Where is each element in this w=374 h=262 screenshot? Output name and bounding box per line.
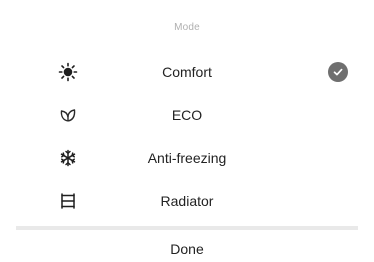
selected-check-icon — [328, 62, 348, 82]
mode-option-radiator[interactable]: Radiator — [16, 183, 358, 219]
mode-option-eco[interactable]: ECO — [16, 97, 358, 133]
mode-option-anti-freezing[interactable]: Anti-freezing — [16, 140, 358, 176]
done-button[interactable]: Done — [16, 236, 358, 262]
mode-sheet: Mode Comfort ECO Anti-freezing Radiator … — [0, 0, 374, 257]
mode-label-eco: ECO — [171, 107, 203, 123]
divider — [16, 226, 358, 230]
mode-label-anti-freezing: Anti-freezing — [147, 150, 227, 166]
mode-label-comfort: Comfort — [162, 64, 212, 80]
sheet-title: Mode — [174, 22, 200, 33]
mode-label-radiator: Radiator — [160, 193, 214, 209]
mode-option-comfort[interactable]: Comfort — [16, 54, 358, 90]
